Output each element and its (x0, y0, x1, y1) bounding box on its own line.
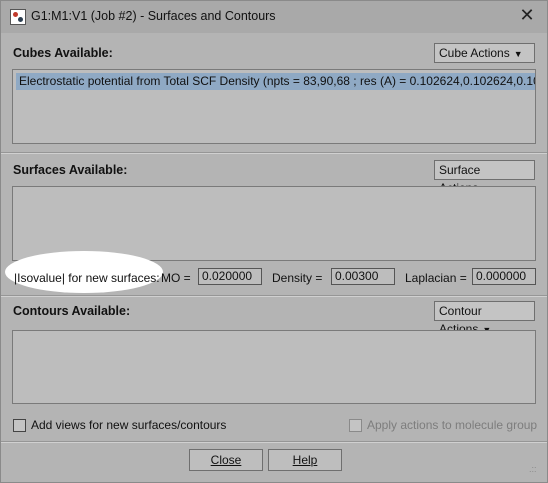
laplacian-isovalue-field[interactable]: 0.000000 (472, 268, 536, 285)
close-icon[interactable]: ✕ (517, 5, 537, 25)
surface-actions-button[interactable]: Surface Actions▼ (434, 160, 535, 195)
contours-list[interactable] (12, 330, 536, 404)
cube-actions-button[interactable]: Cube Actions ▼ (434, 43, 535, 63)
cube-actions-label: Cube Actions (439, 46, 510, 60)
add-views-label: Add views for new surfaces/contours (31, 418, 227, 432)
divider (1, 442, 547, 443)
title-bar: G1:M1:V1 (Job #2) - Surfaces and Contour… (1, 1, 547, 33)
apply-group-label: Apply actions to molecule group (367, 418, 538, 432)
help-button[interactable]: Help (268, 449, 342, 471)
density-label: Density = (272, 271, 323, 285)
cubes-list[interactable]: Electrostatic potential from Total SCF D… (12, 69, 536, 144)
close-button[interactable]: Close (189, 449, 263, 471)
laplacian-label: Laplacian = (405, 271, 467, 285)
cubes-available-label: Cubes Available: (13, 46, 113, 60)
isovalue-label: |Isovalue| for new surfaces: (14, 271, 160, 285)
app-icon (10, 9, 26, 25)
mo-label: MO = (161, 271, 191, 285)
surfaces-contours-dialog: G1:M1:V1 (Job #2) - Surfaces and Contour… (0, 0, 548, 483)
contours-available-label: Contours Available: (13, 304, 131, 318)
apply-group-checkbox[interactable] (349, 419, 362, 432)
surfaces-available-label: Surfaces Available: (13, 163, 128, 177)
mo-isovalue-field[interactable]: 0.020000 (198, 268, 262, 285)
chevron-down-icon: ▼ (513, 49, 523, 59)
contour-actions-button[interactable]: Contour Actions▼ (434, 301, 535, 336)
surfaces-list[interactable] (12, 186, 536, 261)
density-isovalue-field[interactable]: 0.00300 (331, 268, 395, 285)
add-views-checkbox[interactable] (13, 419, 26, 432)
resize-grip-icon[interactable]: .:: (529, 464, 539, 474)
divider (1, 296, 547, 297)
list-item[interactable]: Electrostatic potential from Total SCF D… (16, 73, 535, 90)
window-title: G1:M1:V1 (Job #2) - Surfaces and Contour… (31, 9, 276, 23)
divider (1, 153, 547, 154)
